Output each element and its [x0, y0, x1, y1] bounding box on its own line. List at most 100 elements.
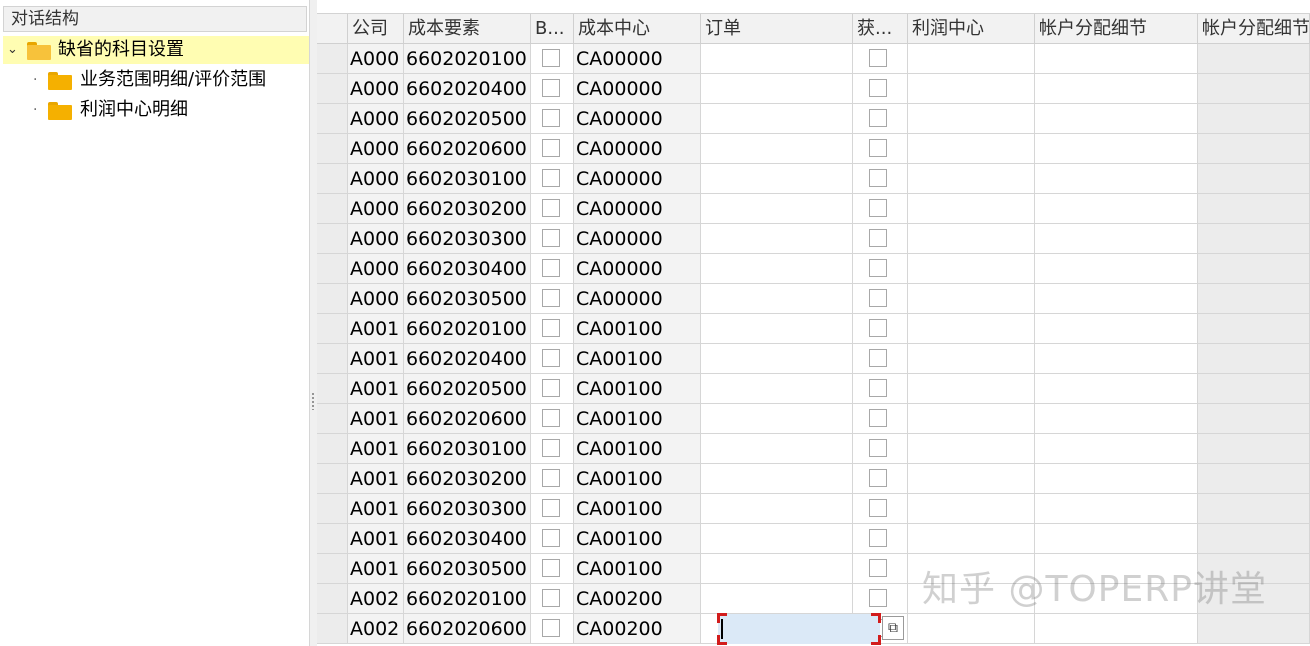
checkbox[interactable]	[869, 349, 887, 367]
column-header-order[interactable]: 订单	[701, 14, 853, 44]
cell-order[interactable]	[701, 194, 853, 224]
table-row[interactable]: A001 6602030400 CA00100	[317, 524, 1310, 554]
cell-b-checkbox[interactable]	[531, 224, 574, 254]
cell-acquire-checkbox[interactable]	[853, 164, 908, 194]
cell-acquire-checkbox[interactable]	[853, 314, 908, 344]
cell-assignment-detail-2[interactable]	[1198, 224, 1310, 254]
cell-assignment-detail[interactable]	[1035, 164, 1198, 194]
cell-assignment-detail-2[interactable]	[1198, 104, 1310, 134]
row-selector[interactable]	[317, 344, 348, 374]
checkbox[interactable]	[542, 619, 560, 637]
table-row[interactable]: A000 6602020500 CA00000	[317, 104, 1310, 134]
cell-assignment-detail[interactable]	[1035, 464, 1198, 494]
cell-b-checkbox[interactable]	[531, 524, 574, 554]
cell-acquire-checkbox[interactable]	[853, 494, 908, 524]
cell-profit-center[interactable]	[908, 524, 1035, 554]
cell-b-checkbox[interactable]	[531, 614, 574, 644]
cell-acquire-checkbox[interactable]	[853, 44, 908, 74]
table-row[interactable]: A000 6602030400 CA00000	[317, 254, 1310, 284]
cell-assignment-detail[interactable]	[1035, 614, 1198, 644]
column-header-assignment-detail[interactable]: 帐户分配细节	[1035, 14, 1198, 44]
cell-acquire-checkbox[interactable]	[853, 464, 908, 494]
chevron-down-icon[interactable]: ⌄	[7, 36, 18, 64]
checkbox[interactable]	[869, 409, 887, 427]
cell-b-checkbox[interactable]	[531, 194, 574, 224]
cell-assignment-detail[interactable]	[1035, 284, 1198, 314]
cell-assignment-detail[interactable]	[1035, 344, 1198, 374]
checkbox[interactable]	[542, 289, 560, 307]
cell-profit-center[interactable]	[908, 194, 1035, 224]
cell-order[interactable]	[701, 284, 853, 314]
cell-profit-center[interactable]	[908, 404, 1035, 434]
cell-acquire-checkbox[interactable]	[853, 74, 908, 104]
cell-order[interactable]	[701, 254, 853, 284]
row-selector[interactable]	[317, 314, 348, 344]
row-selector[interactable]	[317, 554, 348, 584]
cell-order[interactable]	[701, 164, 853, 194]
checkbox[interactable]	[542, 109, 560, 127]
cell-assignment-detail-2[interactable]	[1198, 74, 1310, 104]
row-selector[interactable]	[317, 224, 348, 254]
checkbox[interactable]	[869, 169, 887, 187]
checkbox[interactable]	[869, 109, 887, 127]
table-row[interactable]: A001 6602030200 CA00100	[317, 464, 1310, 494]
checkbox[interactable]	[869, 289, 887, 307]
cell-order[interactable]	[701, 344, 853, 374]
tree-node-business-area-detail[interactable]: · 业务范围明细/评价范围	[3, 66, 309, 94]
cell-order[interactable]	[701, 584, 853, 614]
row-selector[interactable]	[317, 404, 348, 434]
cell-order[interactable]	[701, 494, 853, 524]
table-row[interactable]: A001 6602030100 CA00100	[317, 434, 1310, 464]
table-row[interactable]: A000 6602030500 CA00000	[317, 284, 1310, 314]
cell-assignment-detail-2[interactable]	[1198, 164, 1310, 194]
row-selector[interactable]	[317, 464, 348, 494]
cell-assignment-detail[interactable]	[1035, 224, 1198, 254]
cell-acquire-checkbox[interactable]	[853, 254, 908, 284]
cell-b-checkbox[interactable]	[531, 134, 574, 164]
checkbox[interactable]	[542, 319, 560, 337]
cell-acquire-checkbox[interactable]	[853, 374, 908, 404]
cell-order[interactable]	[701, 314, 853, 344]
cell-order[interactable]	[701, 524, 853, 554]
cell-profit-center[interactable]	[908, 284, 1035, 314]
table-row[interactable]: A000 6602020600 CA00000	[317, 134, 1310, 164]
assignment-detail-input[interactable]	[717, 613, 881, 645]
cell-assignment-detail-2[interactable]	[1198, 404, 1310, 434]
checkbox[interactable]	[542, 499, 560, 517]
tree-node-profit-center-detail[interactable]: · 利润中心明细	[3, 96, 309, 124]
cell-profit-center[interactable]	[908, 164, 1035, 194]
cell-acquire-checkbox[interactable]	[853, 194, 908, 224]
cell-profit-center[interactable]	[908, 494, 1035, 524]
cell-profit-center[interactable]	[908, 314, 1035, 344]
cell-profit-center[interactable]	[908, 464, 1035, 494]
cell-assignment-detail-2[interactable]	[1198, 314, 1310, 344]
row-selector[interactable]	[317, 584, 348, 614]
cell-order[interactable]	[701, 374, 853, 404]
checkbox[interactable]	[869, 559, 887, 577]
checkbox[interactable]	[542, 229, 560, 247]
cell-assignment-detail-2[interactable]	[1198, 284, 1310, 314]
cell-order[interactable]	[701, 44, 853, 74]
table-row[interactable]: A001 6602020600 CA00100	[317, 404, 1310, 434]
row-selector[interactable]	[317, 44, 348, 74]
row-selector[interactable]	[317, 434, 348, 464]
cell-acquire-checkbox[interactable]	[853, 344, 908, 374]
row-selector[interactable]	[317, 494, 348, 524]
row-selector[interactable]	[317, 104, 348, 134]
cell-acquire-checkbox[interactable]	[853, 434, 908, 464]
cell-assignment-detail-2[interactable]	[1198, 494, 1310, 524]
cell-acquire-checkbox[interactable]	[853, 224, 908, 254]
cell-assignment-detail-2[interactable]	[1198, 44, 1310, 74]
cell-profit-center[interactable]	[908, 74, 1035, 104]
cell-b-checkbox[interactable]	[531, 254, 574, 284]
checkbox[interactable]	[542, 409, 560, 427]
checkbox[interactable]	[869, 499, 887, 517]
cell-b-checkbox[interactable]	[531, 584, 574, 614]
row-selector[interactable]	[317, 164, 348, 194]
cell-assignment-detail-2[interactable]	[1198, 374, 1310, 404]
column-header-acquire[interactable]: 获...	[853, 14, 908, 44]
cell-acquire-checkbox[interactable]	[853, 524, 908, 554]
table-row[interactable]: A000 6602030200 CA00000	[317, 194, 1310, 224]
table-row[interactable]: A001 6602030300 CA00100	[317, 494, 1310, 524]
row-selector[interactable]	[317, 254, 348, 284]
